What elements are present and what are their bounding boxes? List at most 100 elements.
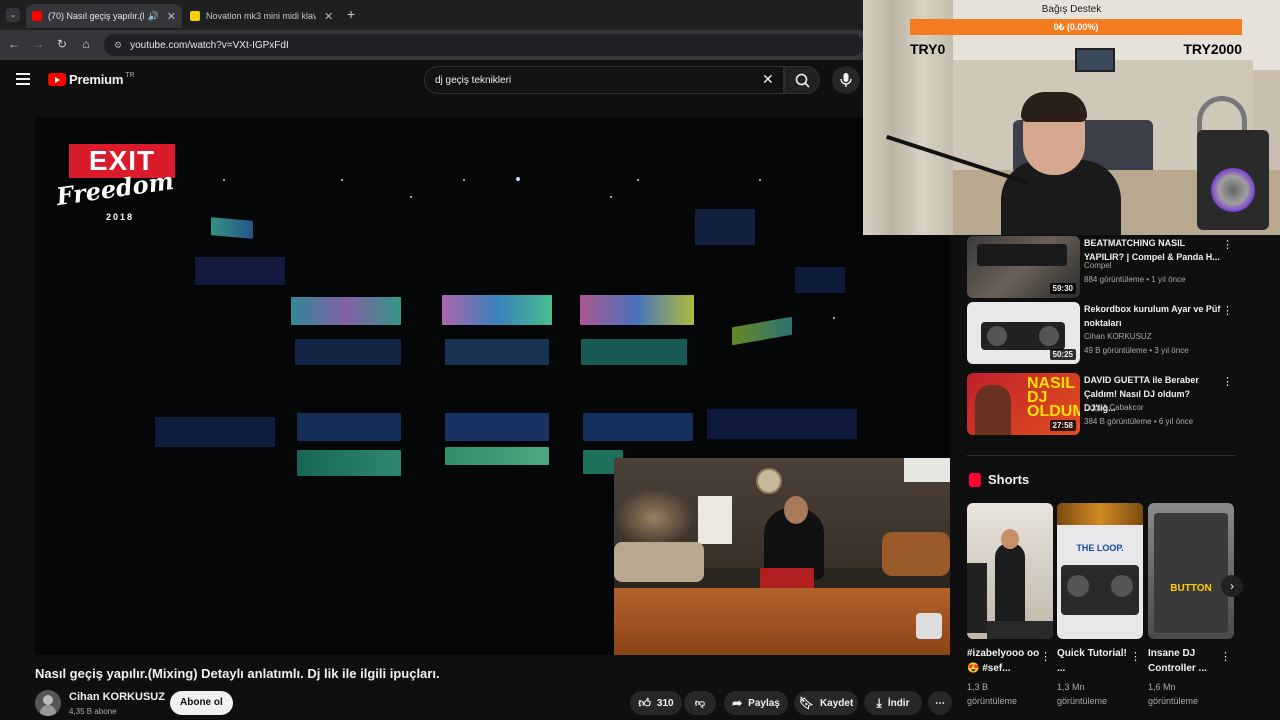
video-thumbnail[interactable]: 50:25 [967,302,1080,364]
menu-icon[interactable] [16,73,30,85]
search-clear-button[interactable]: ✕ [762,71,774,88]
stage-light [463,179,465,181]
voice-search-button[interactable] [832,66,860,94]
forward-arrow-icon[interactable]: → [30,37,46,51]
cam-curtain [863,0,953,235]
short-head [1001,529,1019,549]
recommended-video[interactable]: NASIL DJ OLDUM 27:58 DAVID GUETTA ile Bera… [967,373,1237,437]
tab-title: (70) Nasıl geçiş yapılır.(Mixi [48,11,144,21]
video-thumbnail[interactable]: NASIL DJ OLDUM 27:58 [967,373,1080,435]
video-title[interactable]: BEATMATCHING NASIL YAPILIR? | Compel & P… [1084,236,1222,264]
download-button[interactable]: ⤓ İndir [864,691,922,715]
youtube-premium-logo[interactable]: Premium TR [48,72,135,87]
save-button[interactable]: 🔖︎ Kaydet [794,691,858,715]
cam-streamer-hair [1021,92,1087,122]
video-thumbnail[interactable]: 59:30 [967,236,1080,298]
short-title[interactable]: Quick Tutorial! ... [1057,646,1131,676]
back-arrow-icon[interactable]: ← [6,37,22,51]
video-meta: 384 B görüntüleme • 6 yıl önce [1084,417,1194,426]
url-bar[interactable]: ⚙ youtube.com/watch?v=VXt-IGPxFdI [104,34,864,56]
dislike-button[interactable]: 👎︎ [684,691,716,715]
stage-screen [445,413,549,441]
search-input[interactable]: dj geçiş teknikleri [424,66,784,94]
stage-light [341,179,343,181]
recommended-video[interactable]: 59:30 BEATMATCHING NASIL YAPILIR? | Comp… [967,236,1237,300]
short-speaker [967,563,987,633]
speaker-icon[interactable]: 🔊 [148,11,159,22]
stage-screen [580,295,694,325]
more-vert-icon[interactable]: ⋮ [1222,238,1233,251]
short-views: 1,3 Mn görüntüleme [1057,682,1108,706]
channel-name[interactable]: Cihan KORKUSUZ [69,691,165,703]
short-deck [987,621,1053,639]
new-tab-button[interactable]: + [347,6,355,22]
presenter-video-overlay [614,458,950,655]
reload-icon[interactable]: ↻ [54,37,70,51]
download-label: İndir [887,697,910,709]
channel-avatar[interactable] [35,690,61,716]
share-button[interactable]: ➦ Paylaş [724,691,788,715]
tab-search-dropdown-icon[interactable]: ⌄ [6,8,20,22]
stage-light [410,196,412,198]
short-title[interactable]: #izabelyooo oo 😍 #sef... [967,646,1041,676]
channel-name[interactable]: Dogus Cabakcor [1084,403,1144,412]
pip-sofa [614,542,704,582]
more-vert-icon[interactable]: ⋮ [1220,650,1231,663]
donation-progress-bar: 0₺ (0.00%) [910,19,1242,35]
more-vert-icon[interactable]: ⋮ [1130,650,1141,663]
search-button[interactable] [784,66,820,94]
more-vert-icon[interactable]: ⋮ [1222,304,1233,317]
channel-watermark-icon[interactable] [916,613,942,639]
tab-title: Novation mk3 mini midi klavye [206,11,316,21]
like-button[interactable]: 👍︎ 310 [630,691,682,715]
stage-screen [211,217,253,239]
video-duration: 27:58 [1049,420,1076,431]
thumbs-down-icon: 👎︎ [694,698,706,709]
stage-light [637,179,639,181]
short-top-strip [1057,503,1143,525]
video-duration: 59:30 [1049,283,1076,294]
short-title[interactable]: Insane DJ Controller ... [1148,646,1222,676]
short-thumbnail[interactable]: THE LOOP. [1057,503,1143,639]
speaker-cone [1211,168,1255,212]
video-meta: 884 görüntüleme • 1 yıl önce [1084,275,1186,284]
browser-tab-novation[interactable]: Novation mk3 mini midi klavye ✕ [184,4,340,28]
stage-light [610,196,612,198]
short-views: 1,6 Mn görüntüleme [1148,682,1199,706]
chevron-right-icon[interactable]: › [1221,575,1243,597]
tab-close-button[interactable]: ✕ [324,10,333,23]
short-thumbnail[interactable]: BUTTON [1148,503,1234,639]
short-mixer [1154,513,1228,633]
recommended-video[interactable]: 50:25 Rekordbox kurulum Ayar ve Püf nokt… [967,302,1237,366]
subscribe-button[interactable]: Abone ol [170,691,233,715]
more-actions-button[interactable]: ⋯ [928,691,952,715]
more-vert-icon[interactable]: ⋮ [1222,375,1233,388]
channel-name[interactable]: Compel [1084,261,1112,270]
home-icon[interactable]: ⌂ [78,37,94,51]
site-info-icon[interactable]: ⚙ [114,40,122,51]
short-thumbnail[interactable] [967,503,1053,639]
logo-text: Premium [69,72,124,87]
more-horizontal-icon: ⋯ [935,697,945,709]
avatar-figure [43,695,53,705]
stage-screen [581,339,687,365]
video-player[interactable]: EXIT Freedom 2018 [35,117,950,655]
logo-country: TR [125,72,135,79]
stage-screen [732,316,792,346]
channel-name[interactable]: Cihan KORKUSUZ [1084,332,1152,341]
more-vert-icon[interactable]: ⋮ [1040,650,1051,663]
donation-max-label: TRY2000 [1183,41,1242,57]
short-jog-left [1067,575,1089,597]
browser-tab-youtube[interactable]: (70) Nasıl geçiş yapılır.(Mixi 🔊 ✕ [26,4,182,28]
stage-screen [445,339,549,365]
tab-close-button[interactable]: ✕ [167,10,176,23]
pip-armchair [882,532,950,576]
stage-screen [195,257,285,285]
video-title[interactable]: Rekordbox kurulum Ayar ve Püf noktaları [1084,302,1222,330]
stage-screen [297,413,401,441]
exit-festival-logo: EXIT Freedom 2018 [52,144,178,224]
bookmark-icon: 🔖︎ [798,696,814,710]
save-label: Kaydet [819,697,854,709]
shorts-icon [969,473,981,487]
short-jog-right [1111,575,1133,597]
